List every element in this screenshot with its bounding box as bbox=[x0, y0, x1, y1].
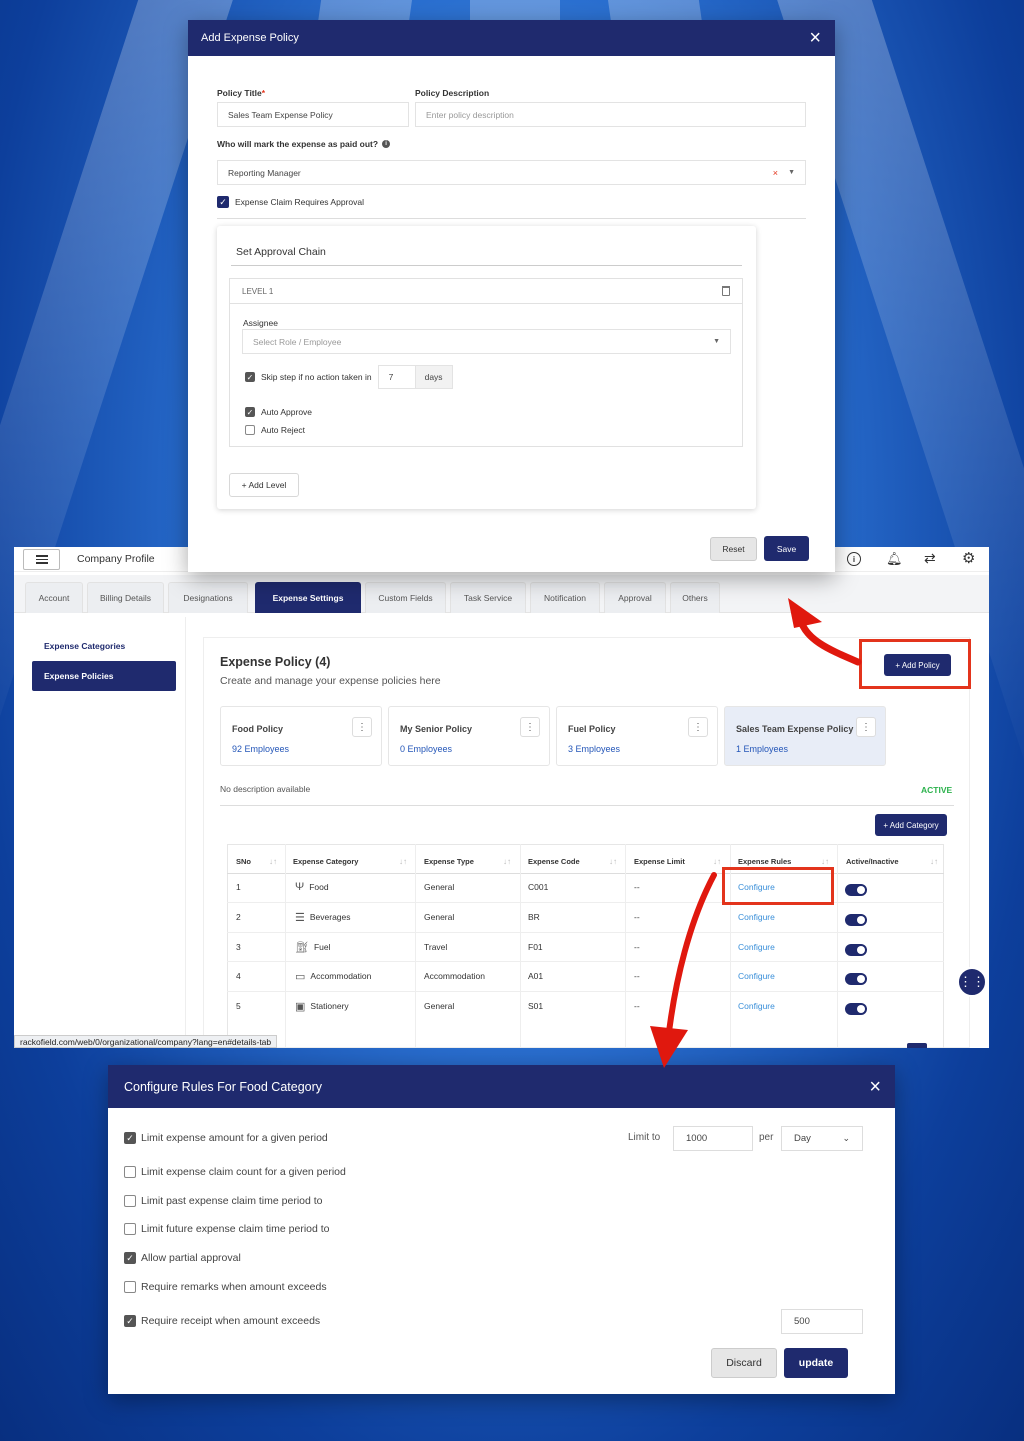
annotation-arrows bbox=[650, 598, 862, 1068]
arrowhead bbox=[788, 598, 822, 628]
arrow-to-rules-modal bbox=[665, 872, 717, 1043]
arrowhead bbox=[650, 1026, 688, 1068]
